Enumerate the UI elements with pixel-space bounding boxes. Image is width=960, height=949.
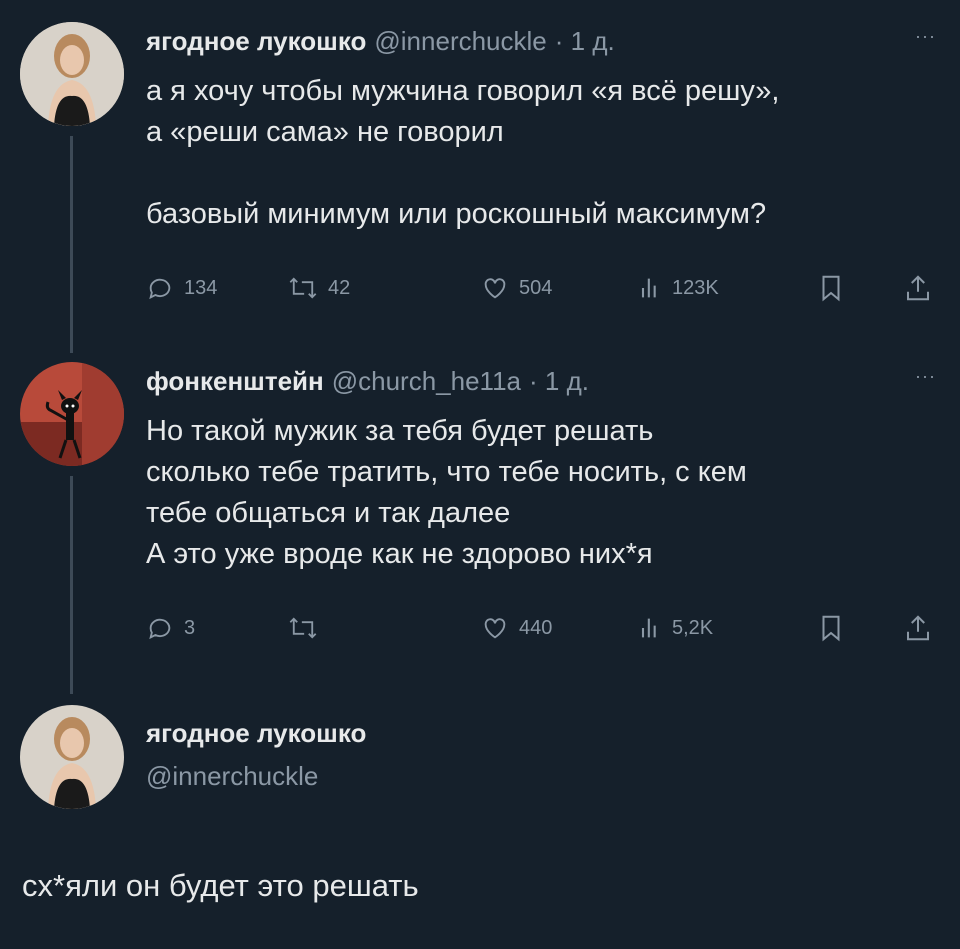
reply-button[interactable]: 134 <box>146 270 217 306</box>
tweet-actions: 3 440 5,2K <box>146 610 942 646</box>
like-count: 504 <box>519 276 553 299</box>
author-handle[interactable]: @innerchuckle <box>374 26 546 57</box>
thread-line <box>70 476 73 694</box>
share-icon <box>907 275 929 301</box>
bookmark-icon <box>822 275 840 302</box>
avatar-church-he11a[interactable] <box>20 362 124 466</box>
author-handle[interactable]: @innerchuckle <box>146 761 366 792</box>
author-name[interactable]: фонкенштейн <box>146 366 324 397</box>
reply-text: сх*яли он будет это решать <box>22 868 419 903</box>
views-button[interactable]: 5,2K <box>638 610 713 646</box>
like-icon <box>484 618 506 639</box>
reply-button[interactable]: 3 <box>146 610 195 646</box>
tweet-text-line: тебе общаться и так далее <box>146 497 511 529</box>
author-name[interactable]: ягодное лукошко <box>146 718 366 749</box>
tweet-text-line: а я хочу чтобы мужчина говорил «я всё ре… <box>146 75 780 107</box>
bookmark-icon <box>822 615 840 642</box>
share-button[interactable] <box>903 270 933 306</box>
reply-count: 134 <box>184 276 218 299</box>
retweet-icon <box>289 617 317 639</box>
thread-line <box>70 136 73 353</box>
tweet-header: фонкенштейн @church_he11a · 1 д. <box>146 366 589 397</box>
bookmark-button[interactable] <box>818 610 844 646</box>
retweet-button[interactable] <box>288 610 328 646</box>
avatar-innerchuckle[interactable] <box>20 705 124 809</box>
retweet-count: 42 <box>328 276 351 299</box>
tweet-text: Но такой мужик за тебя будет решать скол… <box>146 411 946 575</box>
retweet-icon <box>289 277 317 299</box>
reply-icon <box>149 618 171 640</box>
tweet-text-line: А это уже вроде как не здорово них*я <box>146 538 653 570</box>
like-button[interactable]: 504 <box>481 270 552 306</box>
reply-author: ягодное лукошко @innerchuckle <box>146 718 366 792</box>
share-icon <box>907 615 929 641</box>
author-handle[interactable]: @church_he11a <box>332 366 521 397</box>
retweet-button[interactable]: 42 <box>288 270 350 306</box>
avatar-innerchuckle[interactable] <box>20 22 124 126</box>
more-icon[interactable]: ··· <box>915 366 936 387</box>
views-button[interactable]: 123K <box>638 270 719 306</box>
bookmark-button[interactable] <box>818 270 844 306</box>
views-icon <box>641 618 656 638</box>
tweet-text-line: сколько тебе тратить, что тебе носить, с… <box>146 456 747 488</box>
tweet-time[interactable]: · 1 д. <box>529 366 589 397</box>
like-icon <box>484 278 506 299</box>
like-button[interactable]: 440 <box>481 610 552 646</box>
author-name[interactable]: ягодное лукошко <box>146 26 366 57</box>
views-count: 123K <box>672 276 719 299</box>
tweet-text-line: базовый минимум или роскошный максимум? <box>146 198 767 230</box>
tweet-time[interactable]: · 1 д. <box>555 26 615 57</box>
share-button[interactable] <box>903 610 933 646</box>
reply-count: 3 <box>184 616 196 639</box>
tweet-text-line: а «реши сама» не говорил <box>146 116 504 148</box>
tweet-text: а я хочу чтобы мужчина говорил «я всё ре… <box>146 71 946 235</box>
views-count: 5,2K <box>672 616 714 639</box>
like-count: 440 <box>519 616 553 639</box>
tweet-text-line: Но такой мужик за тебя будет решать <box>146 415 654 447</box>
views-icon <box>641 278 656 298</box>
tweet-header: ягодное лукошко @innerchuckle · 1 д. <box>146 26 615 57</box>
more-icon[interactable]: ··· <box>915 26 936 47</box>
reply-icon <box>149 278 171 300</box>
tweet-actions: 134 42 504 123K <box>146 270 942 306</box>
